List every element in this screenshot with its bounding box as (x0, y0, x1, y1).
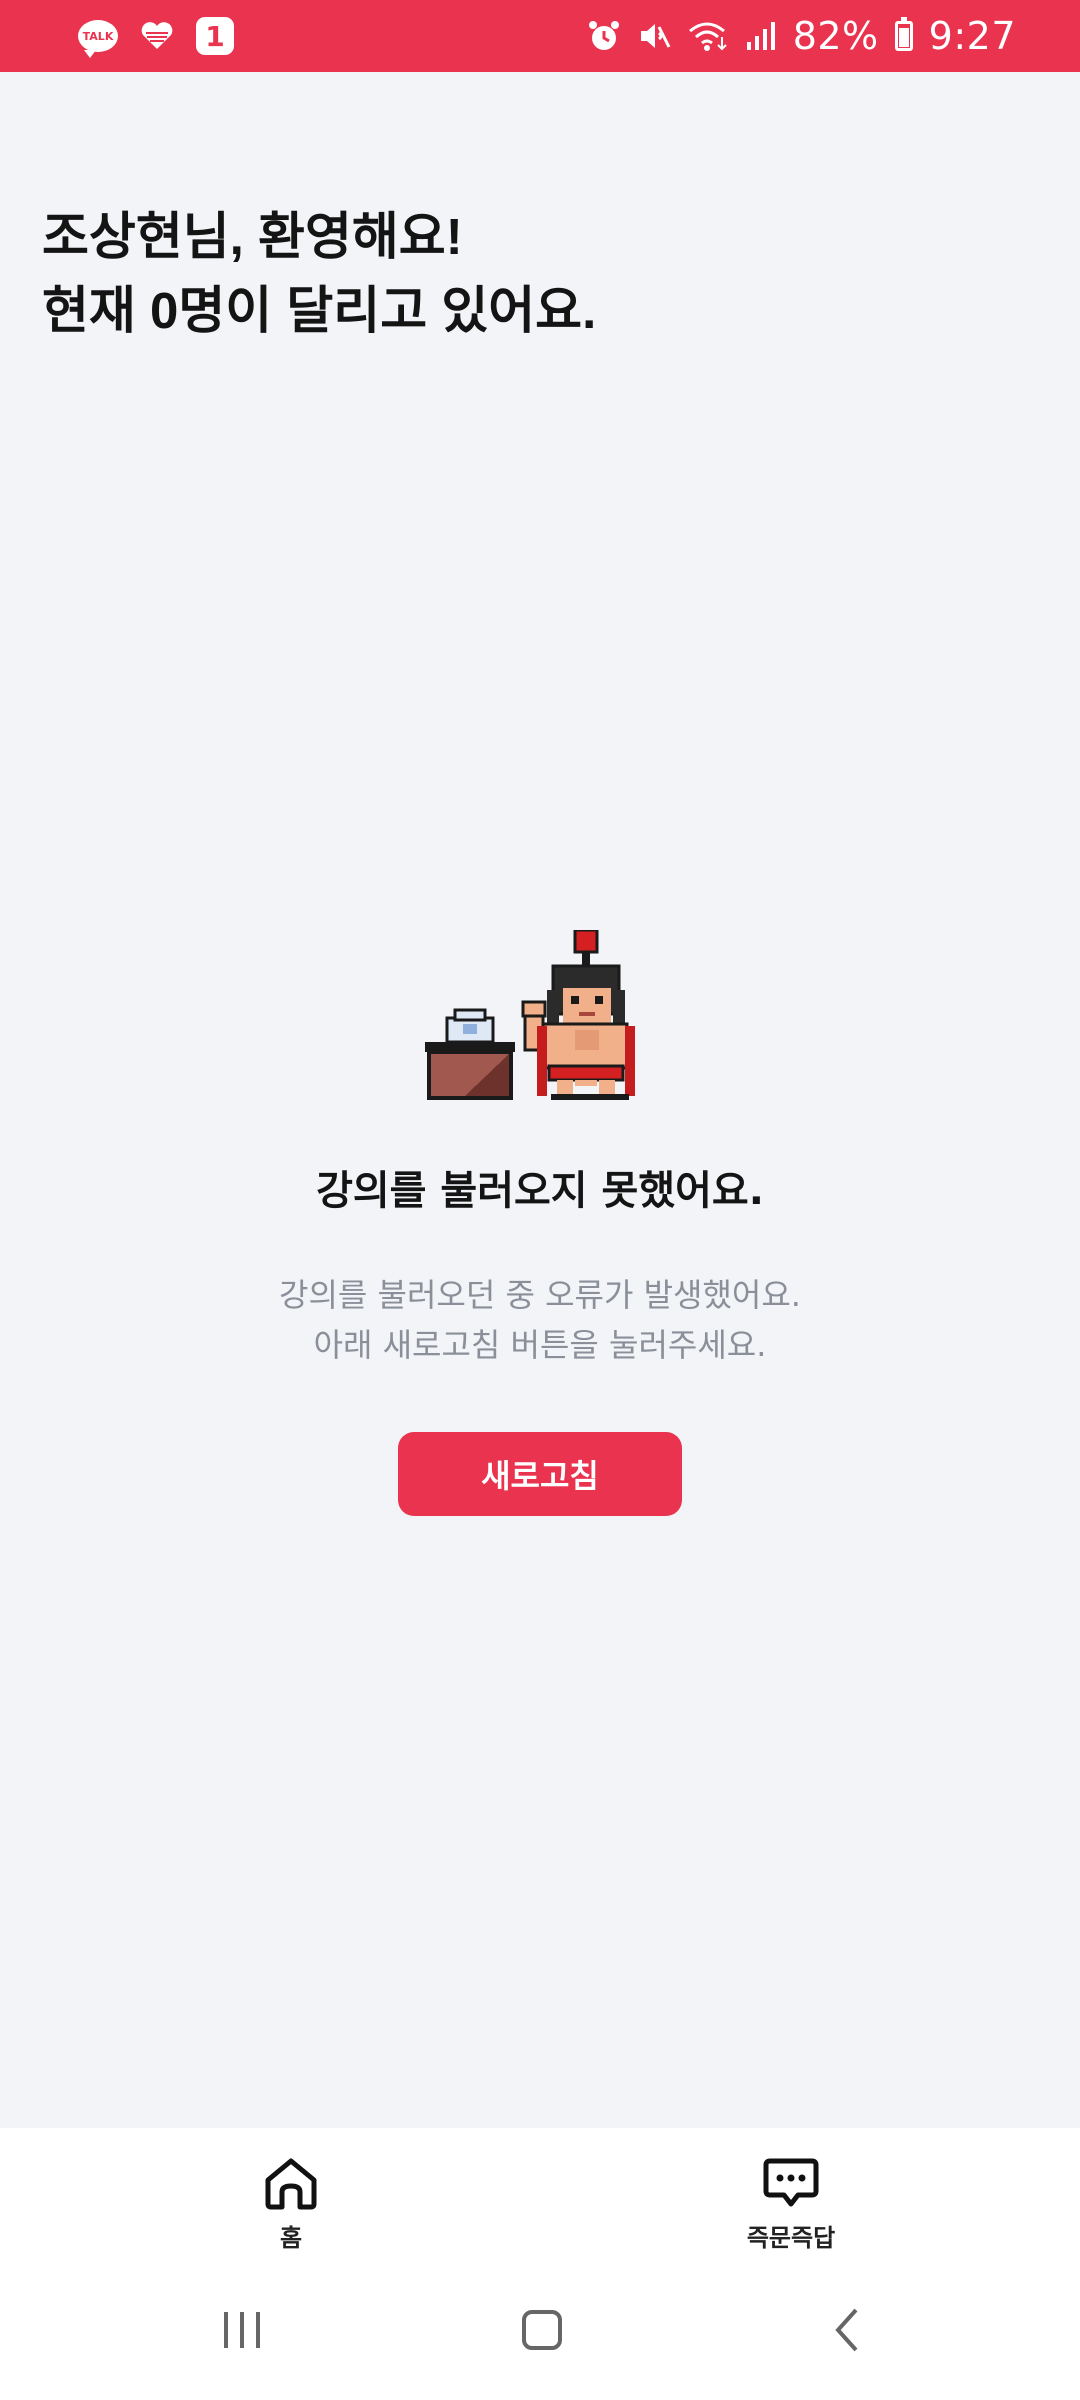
nav-item-home[interactable]: 홈 (191, 2156, 391, 2253)
alarm-icon (587, 19, 621, 53)
kakaotalk-icon: TALK (78, 20, 118, 58)
nav-item-home-label: 홈 (279, 2224, 303, 2252)
refresh-button[interactable]: 새로고침 (398, 1432, 682, 1516)
mute-icon (637, 19, 671, 53)
mascot-illustration (425, 930, 635, 1100)
bottom-nav: 홈 즉문즉답 (0, 2128, 1080, 2278)
system-nav-bar (0, 2278, 1080, 2400)
battery-percent: 82% (792, 14, 879, 58)
chat-bubble-icon (763, 2158, 819, 2207)
heart-icon (140, 21, 174, 51)
error-description-line1: 강의를 불러오던 중 오류가 발생했어요. (279, 1276, 801, 1314)
notification-icons: TALK 1 (78, 17, 234, 58)
status-bar: TALK 1 82% 9:27 (0, 0, 1080, 72)
kakaotalk-icon-label: TALK (82, 29, 114, 43)
lecture-error-state: 강의를 불러오지 못했어요. 강의를 불러오던 중 오류가 발생했어요. 아래 … (0, 930, 1080, 1516)
clock: 9:27 (928, 14, 1016, 58)
greeting-runner-count: 현재 0명이 달리고 있어요. (42, 282, 597, 339)
system-status-icons: 82% 9:27 (587, 14, 1016, 58)
wifi-icon (687, 19, 729, 53)
error-title: 강의를 불러오지 못했어요. (316, 1168, 764, 1214)
error-description: 강의를 불러오던 중 오류가 발생했어요. 아래 새로고침 버튼을 눌러주세요. (279, 1270, 801, 1370)
notification-count-badge: 1 (196, 17, 234, 55)
greeting: 조상현님, 환영해요! 현재 0명이 달리고 있어요. (42, 200, 1042, 348)
home-circle-icon[interactable] (520, 2306, 564, 2354)
nav-item-qa-label: 즉문즉답 (746, 2224, 836, 2252)
greeting-welcome: 조상현님, 환영해요! (42, 208, 463, 265)
error-description-line2: 아래 새로고침 버튼을 눌러주세요. (313, 1326, 767, 1364)
signal-icon (745, 20, 777, 52)
back-icon[interactable] (830, 2306, 862, 2354)
recent-apps-icon[interactable] (222, 2306, 262, 2354)
battery-icon (894, 17, 913, 51)
home-icon (265, 2158, 317, 2210)
nav-item-qa[interactable]: 즉문즉답 (691, 2156, 891, 2253)
